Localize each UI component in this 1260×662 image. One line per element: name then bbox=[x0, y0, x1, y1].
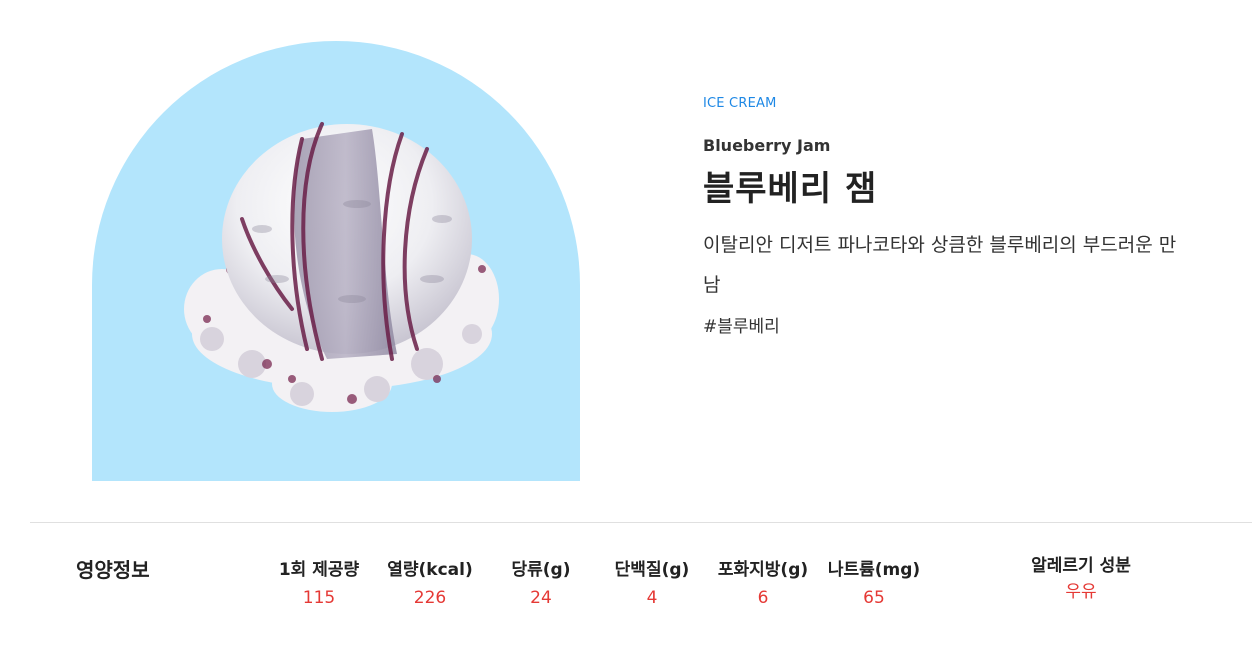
product-name-english: Blueberry Jam bbox=[703, 136, 831, 155]
allergy-value: 우유 bbox=[1065, 582, 1097, 602]
section-divider bbox=[30, 522, 1252, 523]
nutrition-label: 나트륨(mg) bbox=[827, 560, 921, 580]
product-hashtag[interactable]: #블루베리 bbox=[703, 315, 780, 339]
product-category: ICE CREAM bbox=[703, 96, 777, 111]
product-detail-page: ICE CREAM Blueberry Jam 블루베리 잼 이탈리안 디저트 … bbox=[0, 0, 1260, 662]
product-image-panel bbox=[92, 41, 580, 481]
product-description: 이탈리안 디저트 파나코타와 상큼한 블루베리의 부드러운 만남 bbox=[703, 234, 1177, 296]
product-name-korean: 블루베리 잼 bbox=[703, 169, 878, 209]
nutrition-allergy: 알레르기 성분 우유 bbox=[1016, 554, 1146, 604]
nutrition-title: 영양정보 bbox=[76, 558, 150, 582]
ice-cream-scoop-image bbox=[184, 122, 499, 412]
product-info: ICE CREAM Blueberry Jam 블루베리 잼 이탈리안 디저트 … bbox=[703, 94, 1203, 339]
allergy-label: 알레르기 성분 bbox=[1031, 556, 1131, 576]
nutrition-sodium: 나트륨(mg) 65 bbox=[809, 558, 939, 610]
nutrition-value: 65 bbox=[863, 588, 885, 608]
